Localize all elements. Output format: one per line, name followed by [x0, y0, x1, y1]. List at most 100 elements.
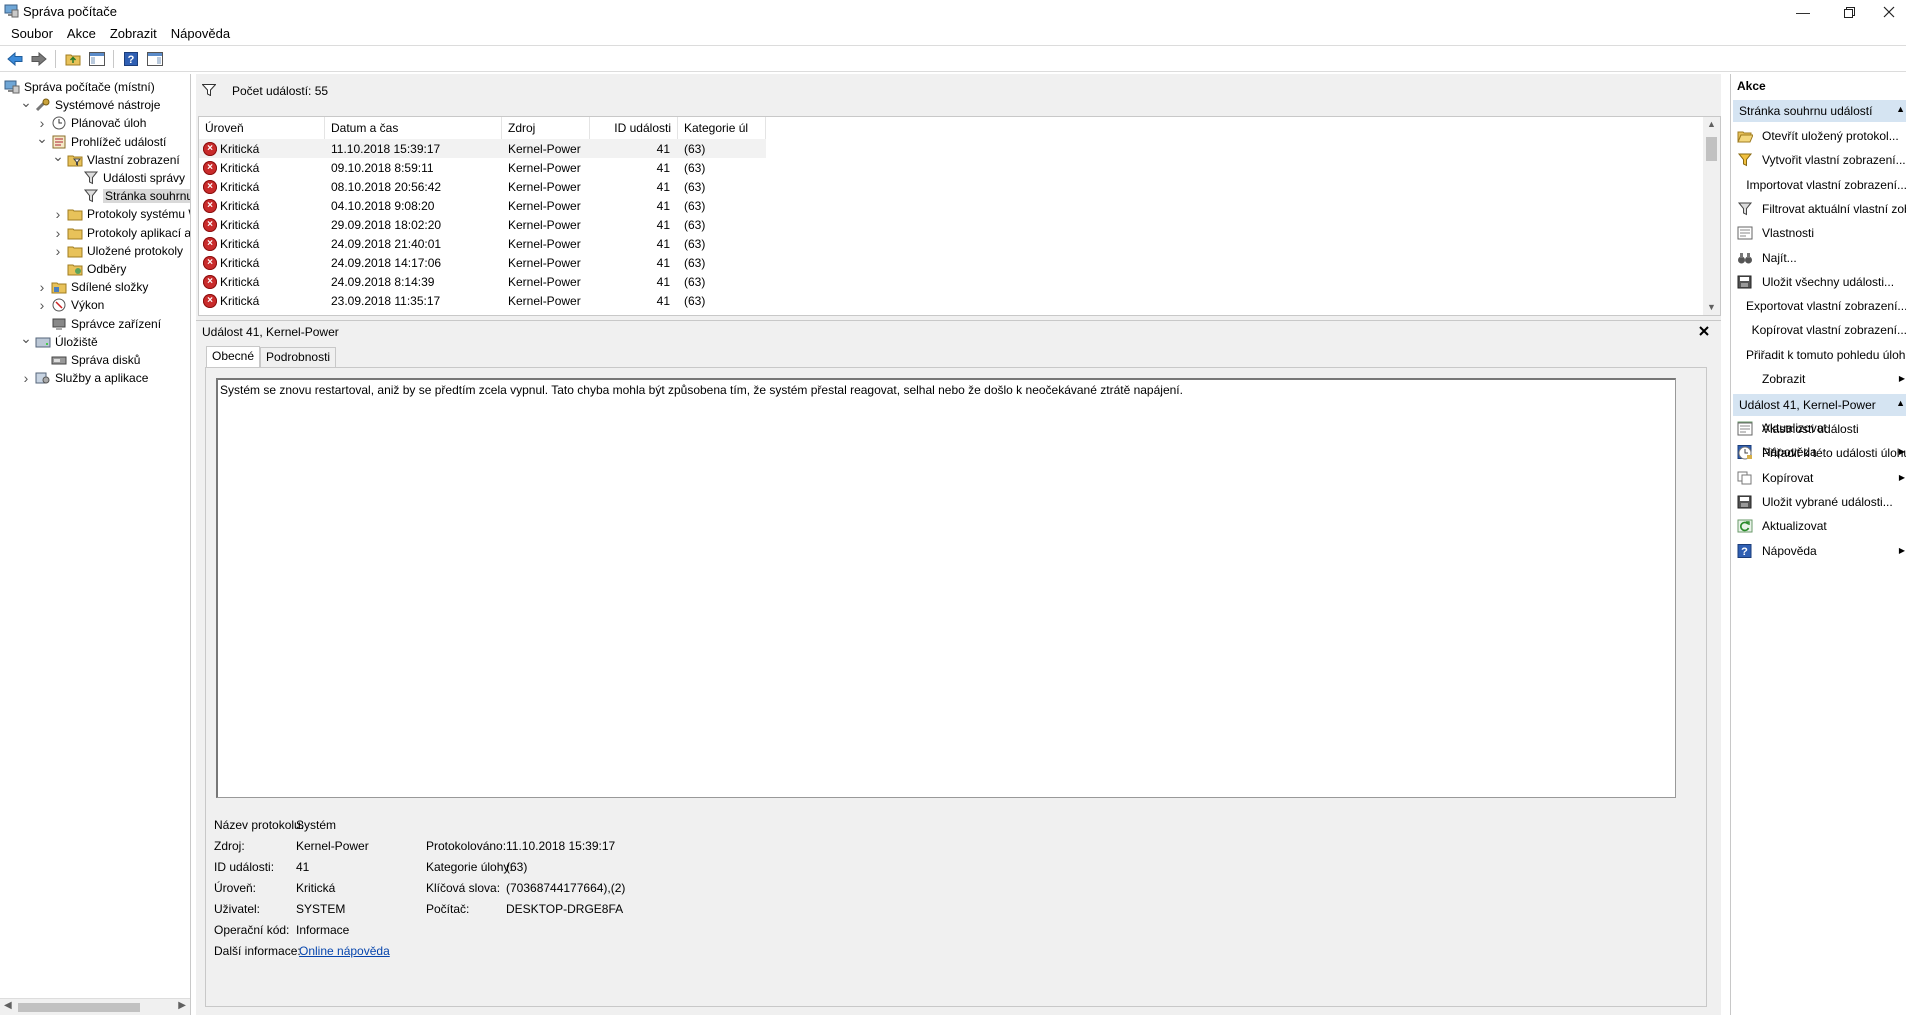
show-hide-tree-button[interactable]	[86, 48, 107, 69]
column-header-level[interactable]: Úroveň	[199, 117, 325, 139]
action-item[interactable]: Kopírovat vlastní zobrazení...	[1731, 319, 1906, 341]
cell-level: × Kritická	[199, 160, 325, 175]
minimize-icon: —	[1796, 4, 1810, 20]
tree-item[interactable]: Stránka souhrnu	[68, 187, 190, 205]
tree-collapse-icon[interactable]: ⌄	[20, 330, 32, 346]
tree-collapse-icon[interactable]: ⌄	[36, 130, 48, 146]
menu-akce[interactable]: Akce	[60, 24, 103, 45]
tree-item[interactable]: › Protokoly aplikací a služeb	[52, 224, 190, 242]
tree-item[interactable]: Odběry	[52, 260, 126, 278]
action-item[interactable]: Otevřít uložený protokol...	[1731, 125, 1906, 147]
table-row[interactable]: × Kritická 29.09.2018 18:02:20 Kernel-Power…	[199, 215, 766, 234]
table-row[interactable]: × Kritická 24.09.2018 8:14:39 Kernel-Power 4…	[199, 272, 766, 291]
action-item[interactable]: Vlastnosti události	[1731, 418, 1906, 440]
action-item[interactable]: Zobrazit ▶	[1731, 368, 1906, 390]
tree-expand-icon[interactable]: ›	[36, 297, 48, 313]
tree-item[interactable]: ⌄ Úložiště	[20, 330, 98, 351]
tree-expander-spacer	[36, 318, 48, 330]
up-level-button[interactable]	[62, 48, 83, 69]
action-item[interactable]: Najít...	[1731, 247, 1906, 269]
tree-item[interactable]: › Sdílené složky	[36, 278, 149, 296]
forward-arrow-icon	[31, 51, 47, 66]
section-title: Událost 41, Kernel-Power	[1739, 398, 1876, 412]
filter-icon	[202, 84, 216, 96]
column-header-task-category[interactable]: Kategorie úl	[678, 117, 766, 139]
action-item[interactable]: Uložit vybrané události...	[1731, 491, 1906, 513]
filter-icon	[83, 171, 99, 185]
table-row[interactable]: × Kritická 24.09.2018 21:40:01 Kernel-Power…	[199, 234, 766, 253]
tree-expand-icon[interactable]: ›	[36, 115, 48, 131]
tree-item[interactable]: Správa disků	[36, 351, 140, 369]
tree-item[interactable]: ⌄ Systémové nástroje	[20, 94, 160, 114]
critical-error-icon: ×	[203, 179, 217, 194]
action-item[interactable]: Přiřadit k tomuto pohledu úlohu...	[1731, 344, 1906, 366]
menu-napoveda[interactable]: Nápověda	[164, 24, 237, 45]
scroll-thumb[interactable]	[18, 1003, 140, 1012]
action-item[interactable]: Aktualizovat	[1731, 515, 1906, 537]
tree-expand-icon[interactable]: ›	[52, 206, 64, 222]
tree-item[interactable]: Události správy	[68, 169, 185, 187]
tree-collapse-icon[interactable]: ⌄	[52, 148, 64, 164]
action-item[interactable]: Přiřadit k této události úlohu...	[1731, 442, 1906, 464]
more-info-label: Další informace:	[214, 944, 301, 958]
menu-soubor[interactable]: Soubor	[4, 24, 60, 45]
tab-general[interactable]: Obecné	[206, 346, 261, 368]
action-item[interactable]: Exportovat vlastní zobrazení...	[1731, 295, 1906, 317]
actions-section-event[interactable]: Událost 41, Kernel-Power ▲	[1733, 394, 1906, 416]
action-item[interactable]: Uložit všechny události...	[1731, 271, 1906, 293]
action-item[interactable]: Kopírovat ▶	[1731, 467, 1906, 489]
tree-item[interactable]: › Služby a aplikace	[20, 369, 149, 387]
events-vertical-scrollbar[interactable]: ▲ ▼	[1703, 117, 1720, 315]
tree-expand-icon[interactable]: ›	[52, 225, 64, 241]
close-window-button[interactable]	[1872, 0, 1906, 24]
scroll-up-arrow[interactable]: ▲	[1707, 119, 1716, 129]
menu-zobrazit[interactable]: Zobrazit	[103, 24, 164, 45]
column-header-date[interactable]: Datum a čas	[325, 117, 502, 139]
binoculars-icon	[1737, 250, 1753, 266]
tree-item[interactable]: Správce zařízení	[36, 315, 161, 333]
table-row[interactable]: × Kritická 23.09.2018 11:35:17 Kernel-Power…	[199, 291, 766, 310]
close-detail-button[interactable]	[1699, 323, 1709, 339]
cell-event-id: 41	[656, 160, 670, 175]
table-row[interactable]: × Kritická 04.10.2018 9:08:20 Kernel-Power 4…	[199, 196, 766, 215]
tree-expand-icon[interactable]: ›	[20, 370, 32, 386]
table-row[interactable]: × Kritická 11.10.2018 15:39:17 Kernel-Power…	[199, 139, 766, 158]
action-item[interactable]: Vlastnosti	[1731, 222, 1906, 244]
tab-details[interactable]: Podrobnosti	[260, 347, 337, 367]
action-item[interactable]: Filtrovat aktuální vlastní zobrazení...	[1731, 198, 1906, 220]
event-description[interactable]: Systém se znovu restartoval, aniž by se …	[216, 378, 1676, 798]
tree-item[interactable]: ⌄ Vlastní zobrazení	[52, 148, 180, 169]
tree-item[interactable]: › Výkon	[36, 296, 105, 314]
help-button[interactable]: ?	[120, 48, 141, 69]
scroll-left-arrow[interactable]: ◀	[4, 1000, 12, 1011]
tree-expand-icon[interactable]: ›	[36, 279, 48, 295]
action-label: Nápověda	[1762, 543, 1817, 558]
console-tree-icon	[88, 51, 105, 66]
minimize-button[interactable]: —	[1780, 0, 1826, 24]
action-item[interactable]: ? Nápověda ▶	[1731, 540, 1906, 562]
tree-collapse-icon[interactable]: ⌄	[20, 94, 32, 110]
column-header-event-id[interactable]: ID události	[590, 117, 678, 139]
tree-expand-icon[interactable]: ›	[52, 243, 64, 259]
table-row[interactable]: × Kritická 09.10.2018 8:59:11 Kernel-Power 4…	[199, 158, 766, 177]
column-header-source[interactable]: Zdroj	[502, 117, 590, 139]
actions-section-summary[interactable]: Stránka souhrnu událostí ▲	[1733, 100, 1906, 122]
restore-button[interactable]	[1826, 0, 1872, 24]
table-row[interactable]: × Kritická 08.10.2018 20:56:42 Kernel-Power…	[199, 177, 766, 196]
action-item[interactable]: Vytvořit vlastní zobrazení...	[1731, 149, 1906, 171]
tree-item[interactable]: › Uložené protokoly	[52, 242, 183, 260]
back-button[interactable]	[4, 48, 25, 69]
forward-button[interactable]	[28, 48, 49, 69]
filter-bar: Počet událostí: 55	[196, 74, 1721, 114]
table-row[interactable]: × Kritická 24.09.2018 14:17:06 Kernel-Power…	[199, 253, 766, 272]
scroll-right-arrow[interactable]: ▶	[178, 1000, 186, 1011]
tree-horizontal-scrollbar[interactable]: ◀ ▶	[0, 998, 190, 1015]
action-item[interactable]: Importovat vlastní zobrazení...	[1731, 174, 1906, 196]
menu-bar: Soubor Akce Zobrazit Nápověda	[0, 24, 1906, 45]
tree-item[interactable]: › Protokoly systému Windows	[52, 205, 190, 223]
tree-item[interactable]: › Plánovač úloh	[36, 114, 147, 132]
show-hide-action-pane-button[interactable]	[144, 48, 165, 69]
scroll-thumb[interactable]	[1706, 137, 1717, 161]
online-help-link[interactable]: Online nápověda	[299, 944, 390, 958]
scroll-down-arrow[interactable]: ▼	[1707, 302, 1716, 312]
